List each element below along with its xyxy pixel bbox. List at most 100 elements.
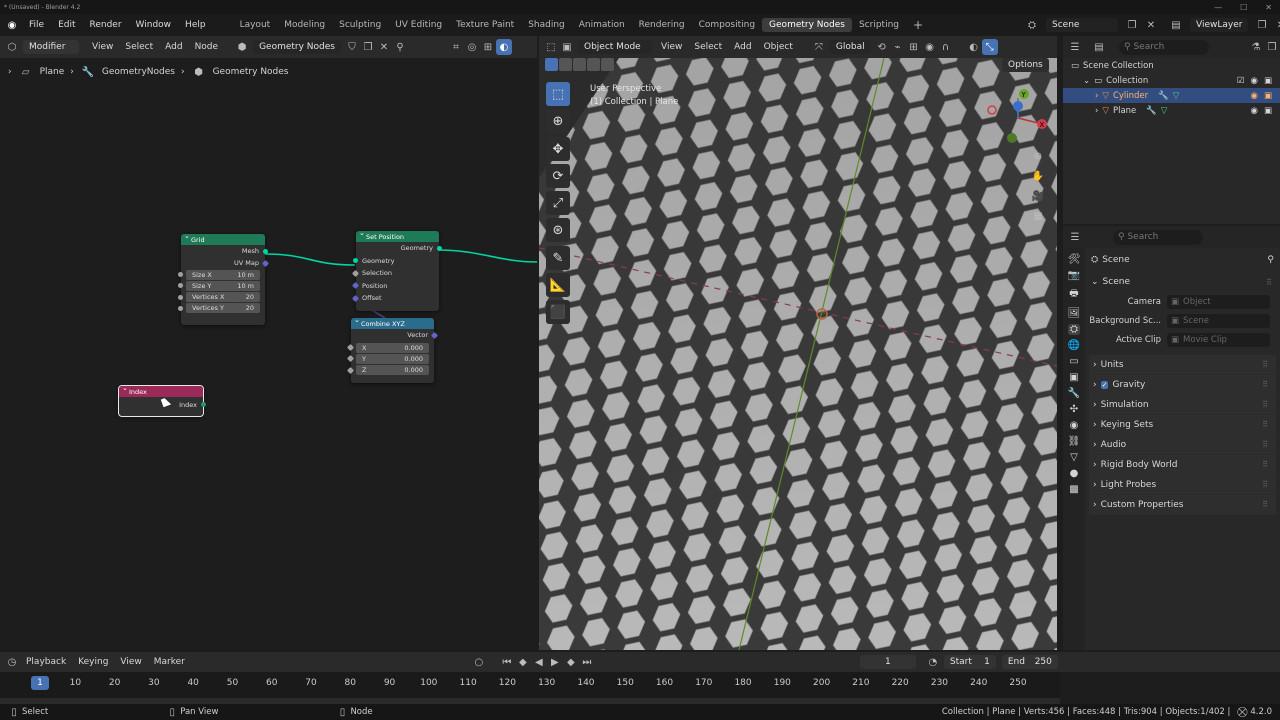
grid-field-vertices-x[interactable]: Vertices X 20 bbox=[178, 292, 260, 303]
geometry-output-socket[interactable] bbox=[437, 245, 442, 251]
set-position-node-header[interactable]: Set Position bbox=[356, 229, 439, 242]
auto-keying-icon[interactable]: ○ bbox=[471, 654, 487, 670]
view-layer-icon[interactable]: ▤ bbox=[1168, 17, 1184, 33]
tab-texture-paint[interactable]: Texture Paint bbox=[449, 18, 521, 32]
camera-view-icon[interactable]: 🎥 bbox=[1030, 188, 1046, 204]
select-subtract-icon[interactable] bbox=[573, 58, 586, 71]
new-scene-icon[interactable]: ❐ bbox=[1124, 17, 1140, 33]
texture-tab-icon[interactable]: ▩ bbox=[1069, 484, 1078, 495]
mesh-data-icon[interactable]: ▽ bbox=[1173, 91, 1180, 101]
blender-logo-icon[interactable]: ◉ bbox=[4, 17, 20, 33]
eye-icon[interactable]: ◉ bbox=[1251, 76, 1258, 86]
editor-type-icon[interactable]: ◷ bbox=[4, 654, 20, 670]
cursor-tool-icon[interactable]: ⊕ bbox=[546, 109, 570, 133]
float-input-socket[interactable] bbox=[178, 283, 183, 289]
proportional-icon[interactable]: ◉ bbox=[922, 39, 938, 55]
outliner-item-plane[interactable]: › ▽ Plane 🔧 ▽ ◉ ▣ bbox=[1063, 103, 1280, 118]
index-output-socket[interactable] bbox=[201, 402, 206, 407]
grid-node[interactable]: Grid Mesh UV Map Size X 10 m Size Y 10 m Ver… bbox=[178, 232, 270, 325]
select-box-tool-icon[interactable]: ⬚ bbox=[546, 82, 570, 106]
menu-window[interactable]: Window bbox=[129, 20, 179, 30]
pivot-icon[interactable]: ⟲ bbox=[874, 39, 890, 55]
viewport-menu-add[interactable]: Add bbox=[728, 42, 757, 52]
drag-handle-icon[interactable]: ⠿ bbox=[1262, 460, 1268, 469]
display-mode-icon[interactable]: ▤ bbox=[1091, 39, 1107, 55]
panel-light-probes[interactable]: › Light Probes ⠿ bbox=[1089, 475, 1276, 495]
panel-custom-properties[interactable]: › Custom Properties ⠿ bbox=[1089, 495, 1276, 515]
tab-compositing[interactable]: Compositing bbox=[692, 18, 762, 32]
view-layer-tab-icon[interactable]: 🖼 bbox=[1068, 308, 1081, 319]
camera-icon[interactable]: ▣ bbox=[1264, 91, 1272, 101]
outliner-search-input[interactable]: ⚲ Search bbox=[1119, 39, 1209, 55]
menu-file[interactable]: File bbox=[22, 20, 51, 30]
editor-type-icon[interactable]: ☰ bbox=[1067, 39, 1083, 55]
tool-tab-icon[interactable]: 🛠 bbox=[1068, 254, 1081, 265]
grid-field-vertices-y[interactable]: Vertices Y 20 bbox=[178, 303, 260, 314]
tab-geometry-nodes[interactable]: Geometry Nodes bbox=[762, 18, 852, 32]
scene-tab-icon[interactable]: ⛭ bbox=[1068, 324, 1080, 335]
tab-shading[interactable]: Shading bbox=[521, 18, 572, 32]
editor-type-icon[interactable]: ⬚ bbox=[543, 39, 559, 55]
snap-target-icon[interactable]: ⊞ bbox=[906, 39, 922, 55]
constraints-tab-icon[interactable]: ⛓ bbox=[1068, 436, 1081, 447]
select-new-icon[interactable] bbox=[545, 58, 558, 71]
outliner-item-cylinder[interactable]: › ▽ Cylinder 🔧 ▽ ◉ ▣ bbox=[1063, 88, 1280, 103]
play-icon[interactable]: ▶ bbox=[547, 654, 563, 670]
timeline-menu-keying[interactable]: Keying bbox=[72, 657, 114, 667]
viewport-menu-object[interactable]: Object bbox=[758, 42, 799, 52]
select-invert-icon[interactable] bbox=[587, 58, 600, 71]
new-view-layer-icon[interactable]: ❐ bbox=[1254, 17, 1270, 33]
viewport-menu-select[interactable]: Select bbox=[688, 42, 728, 52]
3d-viewport[interactable]: ⬚ ▣ Object Mode View Select Add Object ⤧ Gl… bbox=[539, 36, 1057, 650]
modifier-icon[interactable]: 🔧 bbox=[1158, 91, 1169, 101]
transform-tool-icon[interactable]: ⊛ bbox=[546, 218, 570, 242]
grid-node-header[interactable]: Grid bbox=[181, 232, 265, 245]
measure-tool-icon[interactable]: 📐 bbox=[546, 273, 570, 297]
drag-handle-icon[interactable]: ⠿ bbox=[1262, 380, 1268, 389]
view-layer-selector[interactable]: ViewLayer bbox=[1190, 18, 1248, 32]
grid-field-size-x[interactable]: Size X 10 m bbox=[178, 269, 260, 280]
menu-help[interactable]: Help bbox=[178, 20, 213, 30]
options-dropdown[interactable]: Options bbox=[1002, 58, 1049, 72]
set-position-node[interactable]: Set Position Geometry Geometry Selection P… bbox=[351, 229, 442, 311]
move-tool-icon[interactable]: ✥ bbox=[546, 137, 570, 161]
maximize-icon[interactable]: ☐ bbox=[1240, 3, 1247, 12]
tab-uv-editing[interactable]: UV Editing bbox=[388, 18, 449, 32]
jump-start-icon[interactable]: ⏮ bbox=[499, 654, 515, 670]
combine-xyz-node-header[interactable]: Combine XYZ bbox=[351, 316, 434, 329]
jump-keyframe-back-icon[interactable]: ◆ bbox=[515, 654, 531, 670]
geometry-input-socket[interactable] bbox=[353, 258, 358, 264]
minimize-icon[interactable]: — bbox=[1214, 3, 1222, 12]
render-tab-icon[interactable]: 📷 bbox=[1068, 270, 1080, 281]
panel-keying-sets[interactable]: › Keying Sets ⠿ bbox=[1089, 415, 1276, 435]
scene-panel-header[interactable]: ⌄ Scene ⠿ bbox=[1087, 272, 1280, 292]
eye-icon[interactable]: ◉ bbox=[1251, 106, 1258, 116]
expand-arrow-icon[interactable]: ⌄ bbox=[1083, 76, 1090, 86]
jump-end-icon[interactable]: ⏭ bbox=[579, 654, 595, 670]
scale-tool-icon[interactable]: ⤢ bbox=[546, 191, 570, 215]
float-input-socket[interactable] bbox=[346, 366, 355, 374]
panel-audio[interactable]: › Audio ⠿ bbox=[1089, 435, 1276, 455]
add-workspace-icon[interactable]: + bbox=[906, 16, 930, 34]
outliner-item-scene-collection[interactable]: ▭ Scene Collection bbox=[1063, 58, 1280, 73]
tab-sculpting[interactable]: Sculpting bbox=[332, 18, 388, 32]
orientation-dropdown[interactable]: Global bbox=[829, 40, 871, 54]
select-intersect-icon[interactable] bbox=[601, 58, 614, 71]
output-tab-icon[interactable]: 🖶 bbox=[1069, 286, 1078, 303]
outliner-item-collection[interactable]: ⌄ ▭ Collection ☑ ◉ ▣ bbox=[1063, 73, 1280, 88]
camera-icon[interactable]: ▣ bbox=[1264, 106, 1272, 116]
mesh-socket[interactable] bbox=[263, 248, 268, 254]
node-editor[interactable]: ⬡ Modifier View Select Add Node ⬢ Geometry … bbox=[0, 36, 537, 650]
properties-search-input[interactable]: ⚲ Search bbox=[1113, 229, 1203, 245]
remove-scene-icon[interactable]: ✕ bbox=[1143, 17, 1159, 33]
modifier-tab-icon[interactable]: 🔧 bbox=[1068, 388, 1080, 399]
tab-scripting[interactable]: Scripting bbox=[852, 18, 906, 32]
timeline-menu-view[interactable]: View bbox=[114, 657, 147, 667]
drag-handle-icon[interactable]: ⠿ bbox=[1262, 420, 1268, 429]
end-frame-field[interactable]: End 250 bbox=[1001, 655, 1058, 669]
visibility-icon[interactable]: ◐ bbox=[966, 39, 982, 55]
combine-xyz-field-x[interactable]: X 0.000 bbox=[346, 342, 429, 353]
tab-animation[interactable]: Animation bbox=[572, 18, 632, 32]
pin-icon[interactable]: ⚲ bbox=[1267, 255, 1274, 265]
material-tab-icon[interactable]: ● bbox=[1070, 468, 1079, 479]
